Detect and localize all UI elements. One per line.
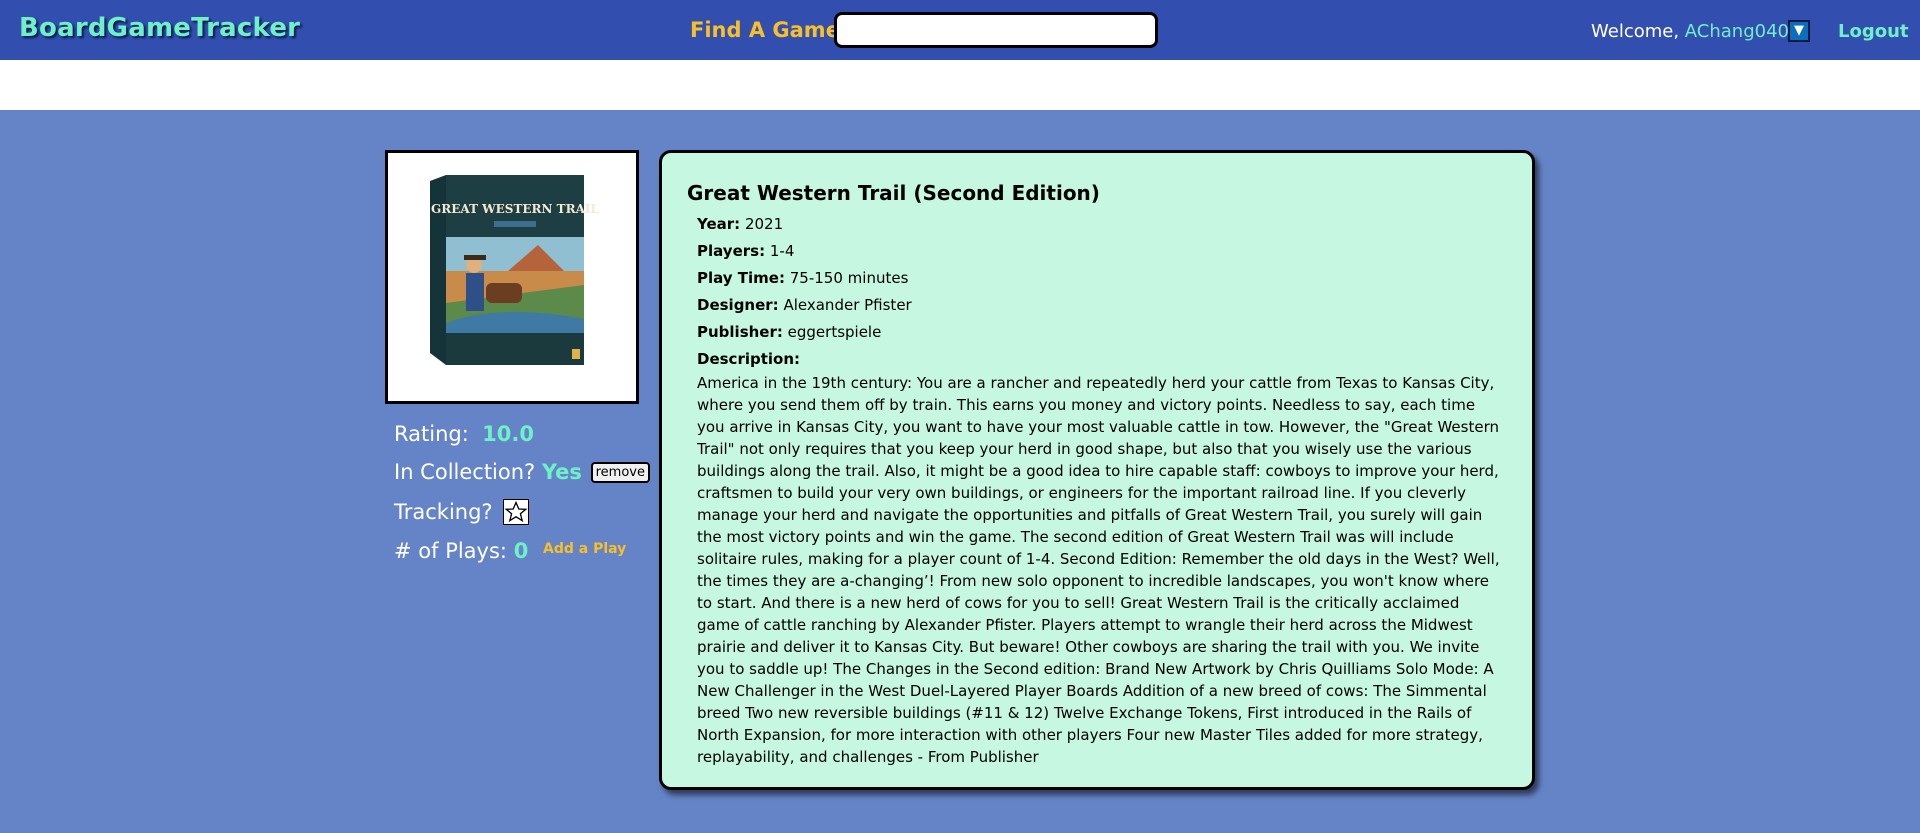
plays-label: # of Plays:	[394, 539, 507, 563]
top-navbar: BoardGameTracker Find A Game: Welcome, A…	[0, 0, 1920, 60]
collection-label: In Collection?	[394, 460, 536, 484]
collection-row: In Collection? Yes remove	[394, 460, 650, 484]
game-details-card: Great Western Trail (Second Edition) Yea…	[659, 150, 1535, 790]
plays-row: # of Plays: 0 Add a Play	[394, 539, 626, 563]
field-value: 1-4	[769, 242, 795, 260]
field-label: Publisher:	[697, 323, 783, 341]
field-value: 75-150 minutes	[789, 269, 909, 287]
designer-field: Designer: Alexander Pfister	[697, 296, 912, 314]
box-title-text: GREAT WESTERN TRAIL	[431, 202, 599, 216]
collection-value: Yes	[541, 460, 582, 484]
rating-row: Rating: 10.0	[394, 422, 534, 446]
add-play-link[interactable]: Add a Play	[543, 541, 626, 557]
field-value: Alexander Pfister	[783, 296, 912, 314]
players-field: Players: 1-4	[697, 242, 794, 260]
tracking-label: Tracking?	[394, 500, 493, 524]
description-label: Description:	[697, 350, 801, 368]
brand-logo[interactable]: BoardGameTracker	[19, 13, 300, 43]
publisher-field: Publisher: eggertspiele	[697, 323, 881, 341]
find-game-label: Find A Game:	[690, 18, 849, 42]
tracking-row: Tracking?	[394, 499, 530, 525]
remove-from-collection-button[interactable]: remove	[590, 462, 650, 483]
welcome-prefix: Welcome,	[1591, 21, 1685, 42]
game-box-art: GREAT WESTERN TRAIL	[430, 175, 599, 365]
game-title: Great Western Trail (Second Edition)	[687, 181, 1100, 205]
username-link[interactable]: AChang0402	[1685, 21, 1801, 42]
field-label: Year:	[697, 215, 741, 233]
field-value: 2021	[744, 215, 784, 233]
field-label: Play Time:	[697, 269, 785, 287]
field-label: Players:	[697, 242, 766, 260]
field-value: eggertspiele	[787, 323, 882, 341]
logout-link[interactable]: Logout	[1838, 21, 1909, 42]
rating-value: 10.0	[482, 422, 534, 446]
welcome-text: Welcome, AChang0402	[1591, 21, 1800, 42]
game-box-image: GREAT WESTERN TRAIL	[385, 150, 639, 404]
user-menu-dropdown-button[interactable]: ▼	[1788, 20, 1810, 42]
game-search-input[interactable]	[834, 12, 1158, 48]
field-label: Designer:	[697, 296, 779, 314]
plays-value: 0	[513, 539, 529, 563]
description-text: America in the 19th century: You are a r…	[697, 374, 1500, 766]
chevron-down-icon: ▼	[1794, 23, 1804, 38]
rating-label: Rating:	[394, 422, 469, 446]
year-field: Year: 2021	[697, 215, 783, 233]
star-outline-icon	[504, 500, 528, 522]
main-content: GREAT WESTERN TRAIL Rating: 10.0 In Coll…	[0, 110, 1920, 833]
tracking-toggle-button[interactable]	[503, 499, 530, 525]
play-time-field: Play Time: 75-150 minutes	[697, 269, 908, 287]
